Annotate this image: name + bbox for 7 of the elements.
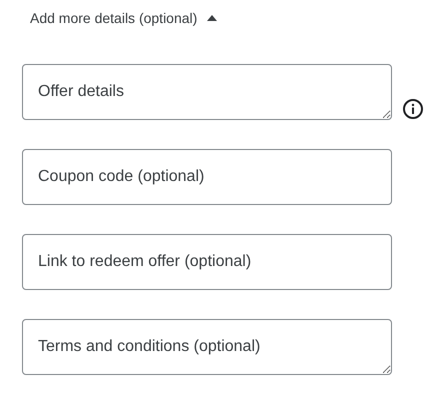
input-field[interactable]: Link to redeem offer (optional): [22, 234, 392, 290]
input-field[interactable]: Coupon code (optional): [22, 149, 392, 205]
info-icon[interactable]: [402, 98, 424, 120]
text-area[interactable]: Offer details: [22, 64, 392, 120]
text-area[interactable]: Terms and conditions (optional): [22, 319, 392, 375]
caret-icon: [207, 15, 218, 21]
expand-toggle[interactable]: Add more details (optional): [22, 8, 218, 28]
